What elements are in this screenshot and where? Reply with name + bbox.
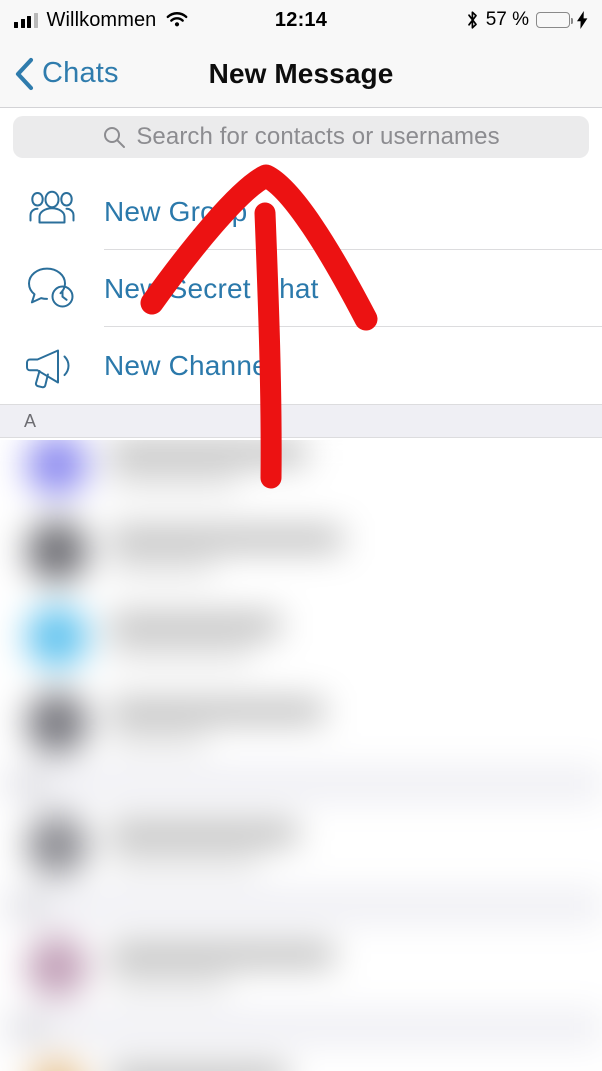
contacts-section-header: A [0, 404, 602, 438]
contact-row[interactable] [0, 508, 602, 594]
contact-section-letter [26, 775, 37, 793]
contact-row[interactable] [0, 680, 602, 766]
contact-list-blurred-content [0, 440, 602, 1071]
contact-row[interactable] [0, 594, 602, 680]
contact-subtitle [110, 558, 214, 575]
new-secret-chat-row[interactable]: New Secret Chat [0, 250, 602, 327]
status-bar-left: Willkommen [14, 9, 275, 32]
search-placeholder-text: Search for contacts or usernames [136, 123, 500, 150]
status-bar-center: 12:14 [275, 9, 327, 32]
contact-row[interactable] [0, 440, 602, 508]
new-group-row[interactable]: New Group [0, 173, 602, 250]
contact-text [110, 441, 306, 489]
search-bar-container: Search for contacts or usernames [0, 109, 602, 166]
navigation-bar: Chats New Message [0, 40, 602, 108]
bluetooth-icon [466, 10, 479, 30]
contact-section-header [0, 888, 602, 924]
avatar [26, 692, 88, 754]
contact-list[interactable] [0, 440, 602, 1071]
contact-name [110, 441, 306, 464]
contact-subtitle [110, 974, 228, 991]
contact-subtitle [110, 730, 206, 747]
lightning-bolt-icon [577, 11, 588, 29]
contact-text [110, 527, 342, 575]
contact-name [110, 821, 298, 844]
contact-row[interactable] [0, 924, 602, 1010]
carrier-label: Willkommen [46, 8, 157, 31]
contact-name [110, 1065, 288, 1071]
search-input[interactable]: Search for contacts or usernames [13, 116, 589, 158]
contact-name [110, 699, 324, 722]
contact-section-header [0, 766, 602, 802]
status-bar-right: 57 % [327, 9, 588, 31]
contact-name [110, 527, 342, 550]
search-icon [102, 125, 126, 149]
back-button-label: Chats [42, 57, 119, 89]
avatar [26, 520, 88, 582]
avatar [26, 814, 88, 876]
contact-name [110, 613, 280, 636]
clock-label: 12:14 [274, 8, 328, 31]
avatar [26, 1058, 88, 1071]
status-bar: Willkommen 12:14 57 % [0, 0, 602, 40]
avatar [26, 440, 88, 496]
phone-screen: Willkommen 12:14 57 % Chats New Message … [0, 0, 602, 1071]
contact-subtitle [110, 472, 238, 489]
contact-section-letter [26, 897, 37, 915]
new-channel-label: New Channel [104, 349, 275, 381]
new-secret-chat-label: New Secret Chat [104, 272, 319, 304]
avatar [26, 606, 88, 668]
contacts-section-header-letter: A [24, 410, 37, 431]
contact-text [110, 613, 280, 661]
contact-text [110, 1065, 288, 1071]
cellular-signal-icon [14, 12, 38, 28]
contact-text [110, 699, 324, 747]
battery-icon [536, 12, 573, 28]
battery-percent-label: 57 % [485, 9, 529, 30]
contact-section-letter [26, 1019, 37, 1037]
wifi-icon [165, 11, 189, 29]
avatar [26, 936, 88, 998]
new-message-action-list: New Group New Secret Chat New Channel [0, 173, 602, 404]
new-group-label: New Group [104, 195, 248, 227]
new-channel-row[interactable]: New Channel [0, 327, 602, 404]
contact-subtitle [110, 852, 260, 869]
contact-row[interactable] [0, 802, 602, 888]
contact-name [110, 943, 334, 966]
group-people-icon [0, 189, 104, 235]
contact-text [110, 943, 334, 991]
chevron-left-icon [14, 57, 34, 91]
page-title-text: New Message [208, 57, 394, 89]
contact-row[interactable] [0, 1046, 602, 1071]
back-button[interactable]: Chats [14, 40, 119, 107]
contact-text [110, 821, 298, 869]
secret-chat-timer-icon [0, 265, 104, 313]
megaphone-icon [0, 342, 104, 390]
contact-subtitle [110, 644, 252, 661]
contact-section-header [0, 1010, 602, 1046]
